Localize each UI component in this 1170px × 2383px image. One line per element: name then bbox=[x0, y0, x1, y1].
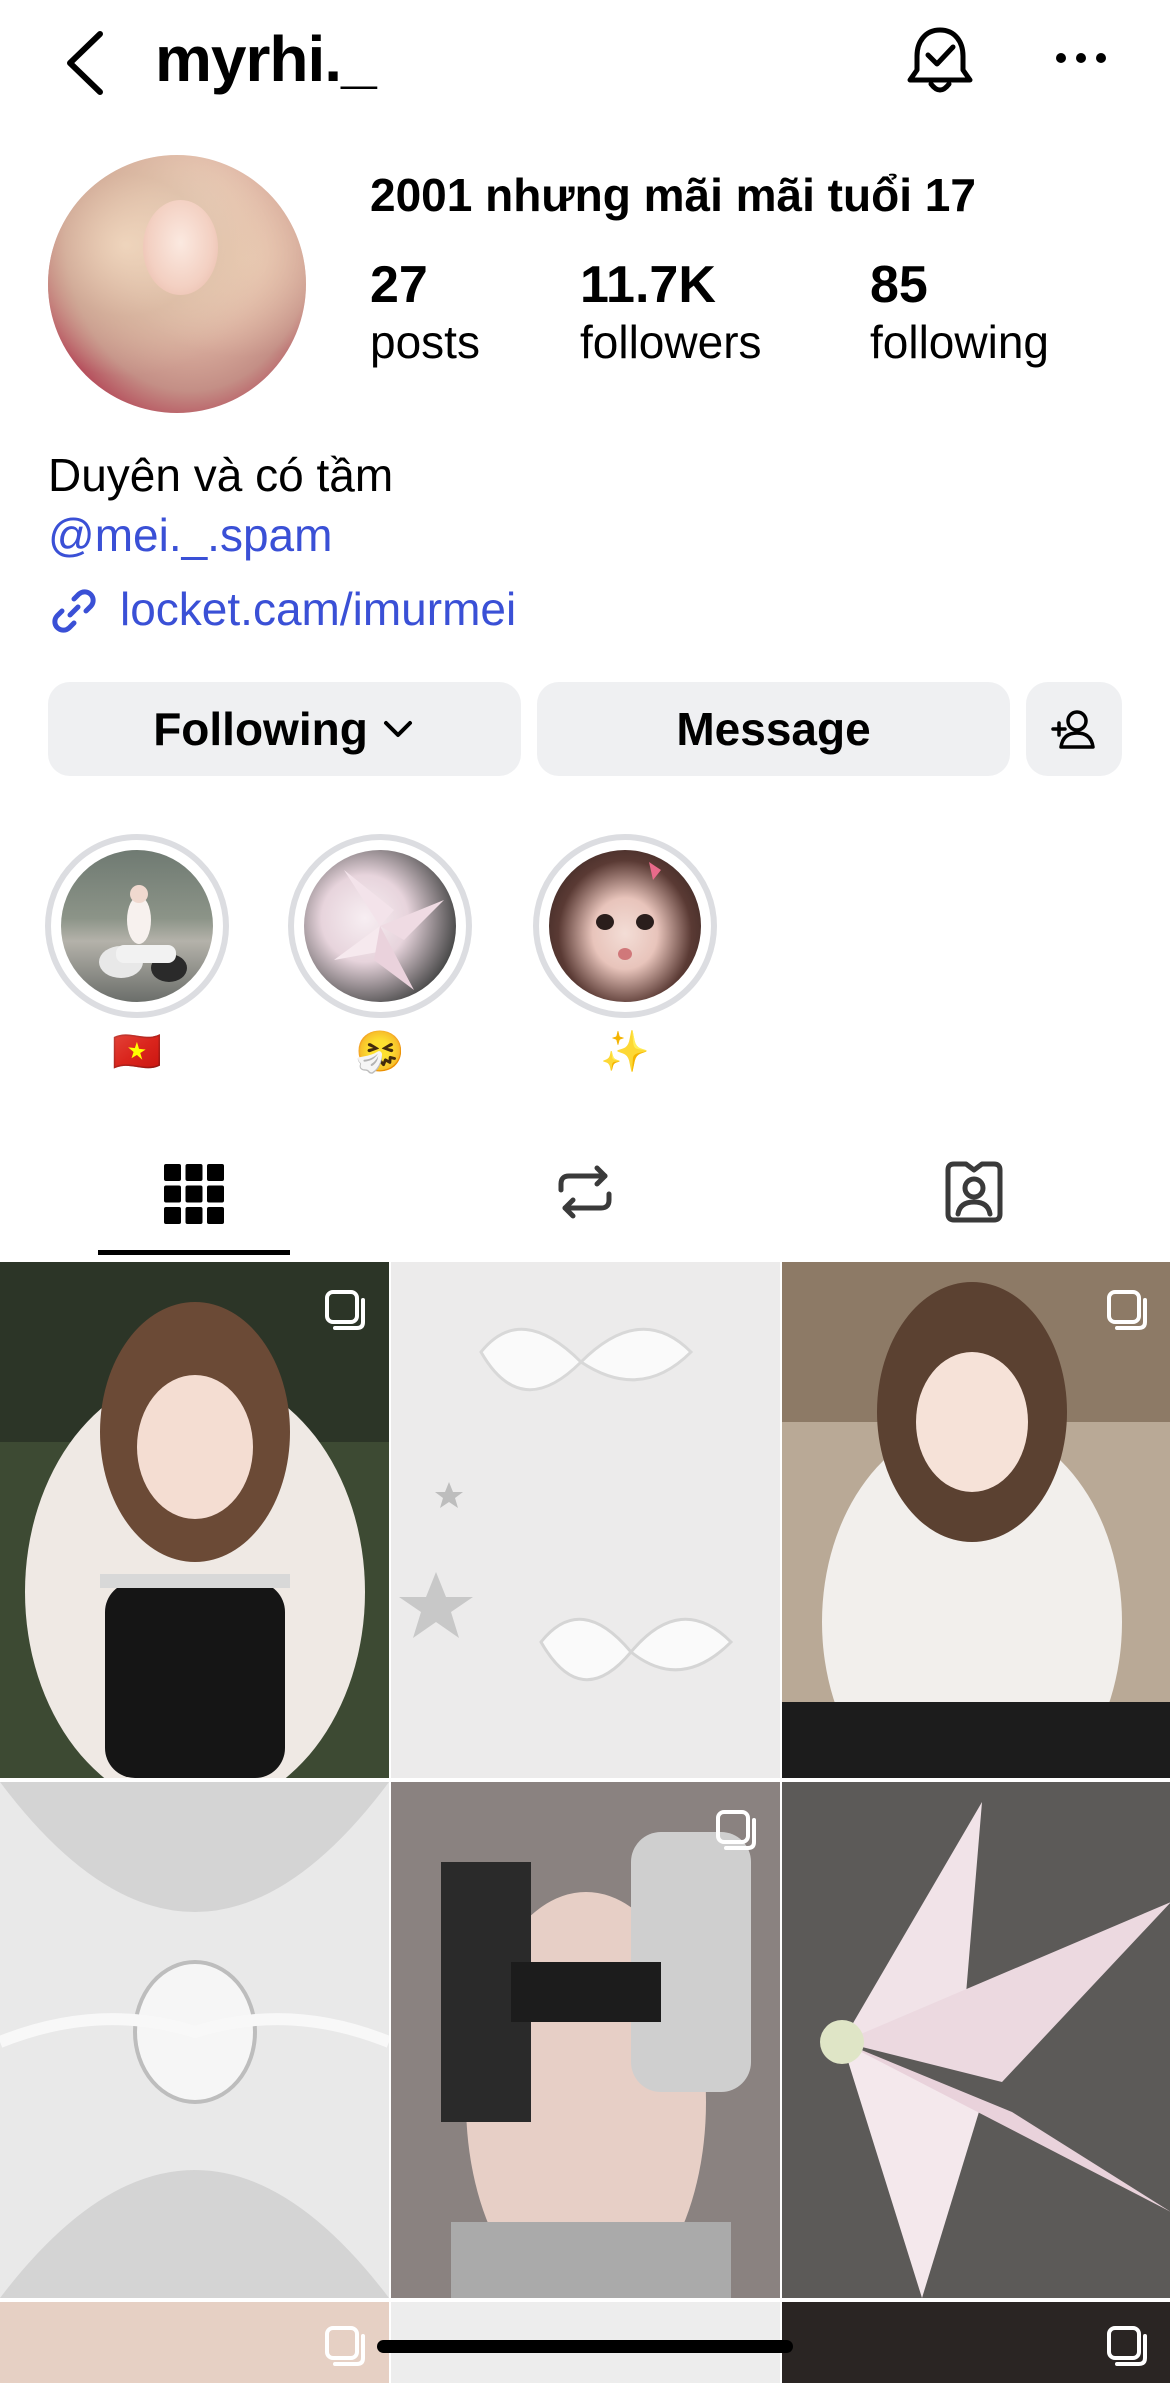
bio-mention-link[interactable]: @mei._.spam bbox=[48, 508, 332, 562]
highlight-3[interactable] bbox=[533, 834, 717, 1018]
profile-username: myrhi._ bbox=[155, 23, 377, 95]
post-thumbnail-4[interactable] bbox=[0, 1782, 389, 2298]
post-thumbnail-6[interactable] bbox=[782, 1782, 1170, 2298]
followers-label: followers bbox=[580, 316, 762, 368]
tagged-photos-icon[interactable] bbox=[942, 1160, 1006, 1224]
post-thumbnail-2[interactable] bbox=[391, 1262, 780, 1778]
highlight-1-thumbnail bbox=[61, 850, 213, 1002]
more-options-icon[interactable] bbox=[1055, 40, 1107, 76]
post-thumbnail-3[interactable] bbox=[782, 1262, 1170, 1778]
reposts-icon[interactable] bbox=[553, 1160, 617, 1224]
stat-followers[interactable]: 11.7K followers bbox=[580, 255, 762, 369]
highlight-2-label: 🤧 bbox=[355, 1030, 405, 1074]
home-indicator[interactable] bbox=[377, 2340, 793, 2353]
following-button-label: Following bbox=[153, 703, 368, 755]
message-button[interactable]: Message bbox=[537, 682, 1010, 776]
post-thumbnail-7[interactable] bbox=[0, 2302, 389, 2383]
profile-avatar[interactable] bbox=[48, 155, 306, 413]
highlight-1[interactable] bbox=[45, 834, 229, 1018]
followers-count: 11.7K bbox=[580, 256, 716, 314]
highlight-1-label: 🇻🇳 bbox=[112, 1030, 162, 1074]
message-button-label: Message bbox=[676, 703, 871, 755]
multi-post-icon bbox=[716, 1810, 756, 1850]
posts-label: posts bbox=[370, 316, 480, 368]
link-icon bbox=[52, 589, 96, 633]
highlight-3-label: ✨ bbox=[600, 1030, 650, 1074]
following-label: following bbox=[870, 316, 1049, 368]
highlight-2[interactable] bbox=[288, 834, 472, 1018]
multi-post-icon bbox=[325, 1290, 365, 1330]
post-thumbnail-9[interactable] bbox=[782, 2302, 1170, 2383]
bio-text: Duyên và có tầm bbox=[48, 449, 394, 501]
post-thumbnail-1[interactable] bbox=[0, 1262, 389, 1778]
stat-posts[interactable]: 27 posts bbox=[370, 255, 480, 369]
profile-display-name: 2001 nhưng mãi mãi tuổi 17 bbox=[370, 169, 976, 221]
bio-website-link[interactable]: locket.cam/imurmei bbox=[120, 582, 516, 636]
active-tab-indicator bbox=[98, 1250, 290, 1255]
notification-bell-icon[interactable] bbox=[905, 22, 975, 98]
following-count: 85 bbox=[870, 256, 928, 314]
post-thumbnail-5[interactable] bbox=[391, 1782, 780, 2298]
back-arrow-icon[interactable] bbox=[60, 28, 110, 98]
chevron-down-icon bbox=[383, 721, 412, 737]
multi-post-icon bbox=[1107, 1290, 1147, 1330]
multi-post-icon bbox=[1107, 2326, 1147, 2366]
add-user-icon bbox=[1051, 710, 1095, 749]
grid-icon[interactable] bbox=[162, 1162, 226, 1226]
highlight-2-thumbnail bbox=[304, 850, 456, 1002]
posts-count: 27 bbox=[370, 256, 428, 314]
suggested-users-button[interactable] bbox=[1026, 682, 1122, 776]
highlight-3-thumbnail bbox=[549, 850, 701, 1002]
stat-following[interactable]: 85 following bbox=[870, 255, 1049, 369]
following-button[interactable]: Following bbox=[48, 682, 521, 776]
multi-post-icon bbox=[325, 2326, 365, 2366]
